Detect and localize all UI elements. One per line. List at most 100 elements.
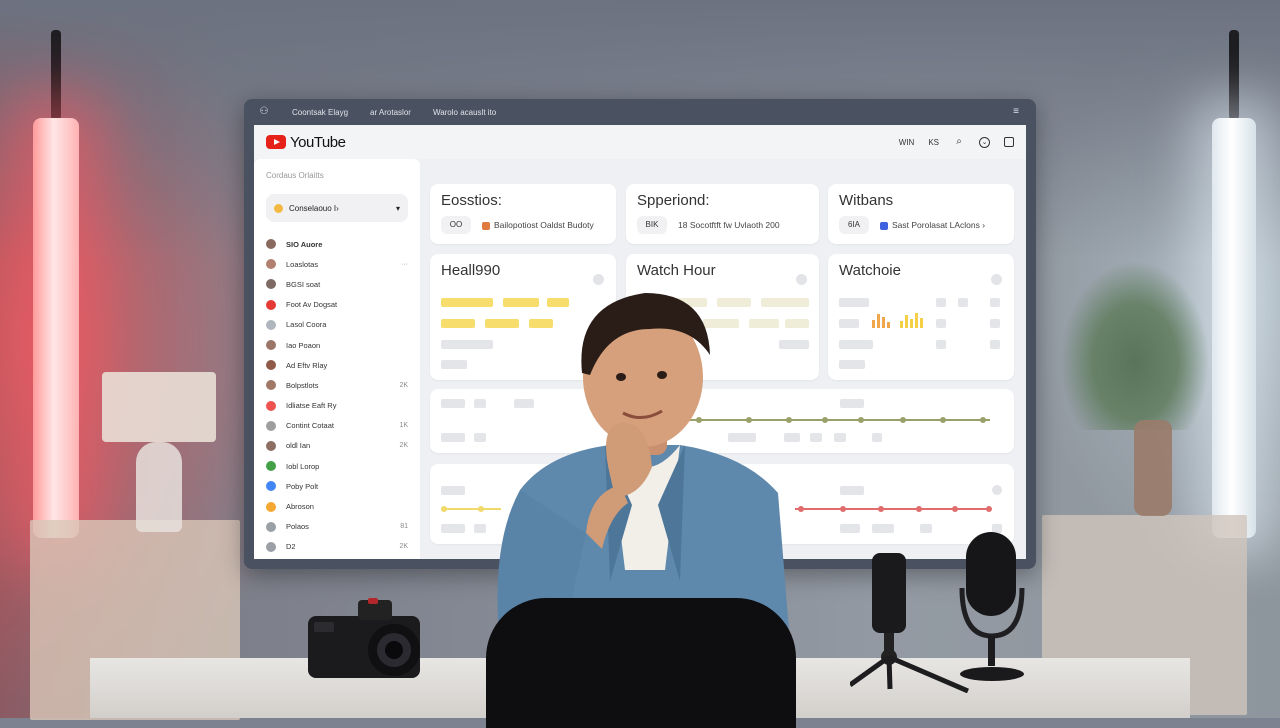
menu-icon[interactable]: ≡ [1010, 106, 1022, 118]
vase [1134, 420, 1172, 516]
chair-back [486, 598, 796, 728]
sidebar-item-label: Iobl Lorop [286, 461, 320, 471]
sidebar-item-label: Foot Av Dogsat [286, 300, 338, 310]
sidebar-item[interactable]: Iao Poaon [254, 335, 420, 355]
timeline-node[interactable] [952, 506, 958, 512]
bar [474, 399, 486, 408]
microphone-tripod [850, 553, 969, 693]
stat-title: Witbans [839, 192, 894, 209]
header-label[interactable]: WIN [899, 138, 915, 147]
avatar-icon [266, 541, 276, 552]
clock-icon[interactable]: ⌄ [979, 136, 990, 148]
sidebar-item-count: 2K [399, 543, 408, 551]
sidebar-item[interactable]: Abroson [254, 496, 420, 516]
timeline-node[interactable] [916, 506, 922, 512]
topbar-item[interactable]: Coontsak Elayg [292, 108, 348, 117]
timeline-node[interactable] [878, 506, 884, 512]
avatar-icon [266, 360, 276, 371]
bar [441, 340, 493, 349]
youtube-logo[interactable]: YouTube [266, 134, 346, 151]
panel-option-dot[interactable] [796, 274, 807, 285]
sidebar-item[interactable]: D2 2K [254, 537, 420, 557]
search-icon[interactable]: ⌕ [953, 136, 965, 148]
bar [872, 433, 882, 442]
avatar-icon [266, 420, 276, 431]
sidebar-list: SIO Auore Loaslotas ··· BGSI soat Foot Av Do… [254, 234, 420, 557]
light-stand-left [51, 30, 61, 120]
panel-title: Heall990 [441, 262, 501, 279]
bar [441, 319, 475, 328]
bar [990, 298, 1000, 307]
sidebar-item[interactable]: SIO Auore [254, 234, 420, 254]
sidebar-item[interactable]: Polaos 81 [254, 517, 420, 537]
bar [958, 298, 968, 307]
timeline-node[interactable] [986, 506, 992, 512]
plant [1060, 260, 1210, 430]
bar [936, 298, 946, 307]
row-option-dot[interactable] [992, 485, 1002, 495]
notifications-icon[interactable] [1004, 137, 1014, 147]
timeline-node[interactable] [858, 417, 864, 423]
sidebar-item-count: 2K [399, 381, 408, 389]
window-topbar: ⚇ Coontsak Elayg ar Arotaslor Warolo aca… [244, 99, 1036, 125]
sidebar-item-label: BGSI soat [286, 279, 321, 289]
sidebar-item[interactable]: Foot Av Dogsat [254, 295, 420, 315]
panel-3[interactable]: Watchoie [828, 254, 1014, 380]
sidebar-item[interactable]: Poby Polt [254, 476, 420, 496]
topbar-item[interactable]: ar Arotaslor [370, 108, 411, 117]
timeline-node[interactable] [840, 506, 846, 512]
sidebar-item-count: 1K [399, 422, 408, 430]
sidebar-item[interactable]: BGSI soat [254, 274, 420, 294]
stat-pill: 6IA [839, 216, 869, 234]
app-header: YouTube WIN KS ⌕ ⌄ [254, 125, 1026, 159]
bar [441, 298, 493, 307]
stat-subtext: Bailopotiost Oaldst Budoty [482, 216, 594, 234]
timeline-node[interactable] [441, 506, 447, 512]
youtube-play-icon [266, 135, 286, 149]
chevron-down-icon: ▾ [395, 203, 400, 213]
sidebar-item[interactable]: Contint Cotaat 1K [254, 416, 420, 436]
sidebar-item[interactable]: oldl Ian 2K [254, 436, 420, 456]
stat-icon [880, 221, 888, 230]
timeline-line-red [795, 508, 990, 510]
panel-title: Watchoie [839, 262, 901, 279]
sidebar: Cordaus Orlaitts Conselaouo I› ▾ SIO Auo… [254, 159, 420, 559]
avatar-icon [266, 501, 276, 512]
panel-option-dot[interactable] [593, 274, 604, 285]
sidebar-heading: Cordaus Orlaitts [266, 171, 324, 180]
bar [990, 340, 1000, 349]
sidebar-item-label: Abroson [286, 502, 314, 512]
topbar-item[interactable]: Warolo acauslt ito [433, 108, 496, 117]
sidebar-item-label: D2 [286, 542, 296, 552]
sidebar-item[interactable]: Iobl Lorop [254, 456, 420, 476]
header-icon-label[interactable]: KS [928, 138, 939, 147]
bar [936, 319, 946, 328]
sidebar-item[interactable]: Loaslotas ··· [254, 254, 420, 274]
sidebar-item-label: Ad Eftv Rlay [286, 360, 328, 370]
panel-option-dot[interactable] [991, 274, 1002, 285]
timeline-node[interactable] [940, 417, 946, 423]
avatar-icon [266, 481, 276, 492]
mini-bar-chart [872, 310, 928, 328]
stat-card-2[interactable]: Spperiond: BIK 18 Socotftft fw Uvlaoth 2… [626, 184, 819, 244]
timeline-node[interactable] [822, 417, 828, 423]
timeline-node[interactable] [980, 417, 986, 423]
bar [840, 524, 860, 533]
stat-card-3[interactable]: Witbans 6IA Sast Porolasat LAclons › [828, 184, 1014, 244]
channel-select[interactable]: Conselaouo I› ▾ [266, 194, 408, 222]
bar [840, 399, 864, 408]
avatar-icon [266, 299, 276, 310]
sidebar-item[interactable]: Lasol Coora [254, 315, 420, 335]
channel-icon [274, 203, 283, 213]
bar [839, 340, 873, 349]
sidebar-item[interactable]: Bolpstlots 2K [254, 375, 420, 395]
avatar-icon [266, 340, 276, 351]
stat-subtext-label: Sast Porolasat LAclons › [892, 220, 986, 230]
stat-subtext: Sast Porolasat LAclons › [880, 216, 985, 234]
sidebar-item-label: Polaos [286, 522, 309, 532]
timeline-node[interactable] [900, 417, 906, 423]
timeline-node[interactable] [478, 506, 484, 512]
sidebar-item[interactable]: Ad Eftv Rlay [254, 355, 420, 375]
sidebar-item[interactable]: Idliatse Eaft Ry [254, 396, 420, 416]
stat-card-1[interactable]: Eosstios: OO Bailopotiost Oaldst Budoty [430, 184, 616, 244]
